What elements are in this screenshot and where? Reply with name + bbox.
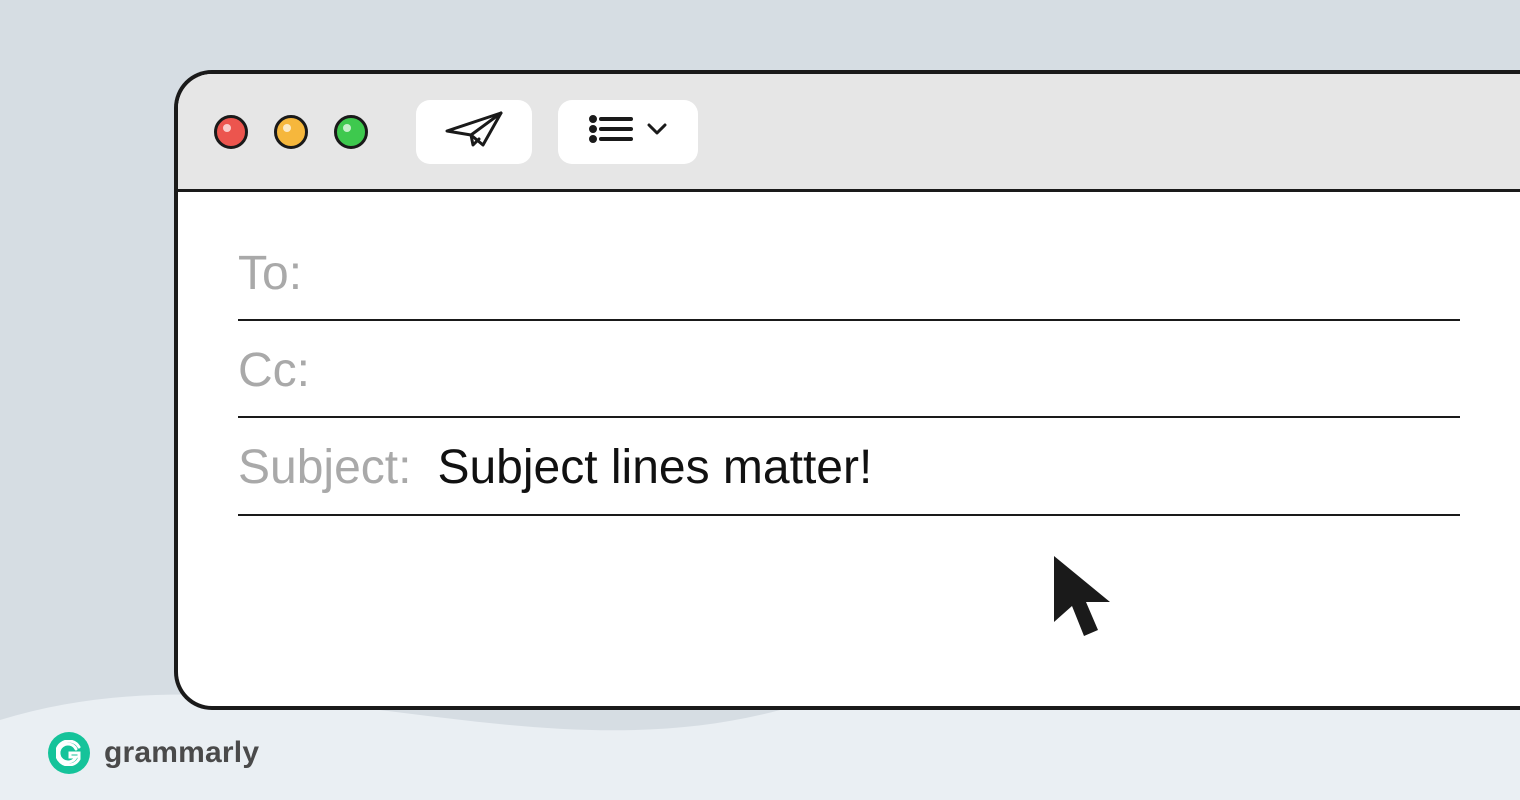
- compose-window: To: Cc: Subject: Subject lines matter!: [174, 70, 1520, 710]
- brand-lockup: grammarly: [48, 732, 259, 774]
- chevron-down-icon: [647, 122, 667, 141]
- window-zoom-button[interactable]: [334, 115, 368, 149]
- window-close-button[interactable]: [214, 115, 248, 149]
- brand-mark-icon: [48, 732, 90, 774]
- cc-label: Cc:: [238, 343, 310, 398]
- subject-field-row[interactable]: Subject: Subject lines matter!: [238, 418, 1460, 515]
- cursor-icon: [1048, 552, 1126, 653]
- subject-label: Subject:: [238, 440, 411, 495]
- window-titlebar: [178, 74, 1520, 192]
- to-label: To:: [238, 246, 302, 301]
- window-minimize-button[interactable]: [274, 115, 308, 149]
- to-field-row[interactable]: To:: [238, 224, 1460, 321]
- list-icon: [589, 114, 633, 149]
- cc-field-row[interactable]: Cc:: [238, 321, 1460, 418]
- format-options-button[interactable]: [558, 100, 698, 164]
- brand-name: grammarly: [104, 736, 259, 770]
- paper-plane-icon: [443, 109, 505, 154]
- send-button[interactable]: [416, 100, 532, 164]
- subject-input[interactable]: Subject lines matter!: [437, 440, 872, 495]
- compose-header-fields: To: Cc: Subject: Subject lines matter!: [178, 192, 1520, 516]
